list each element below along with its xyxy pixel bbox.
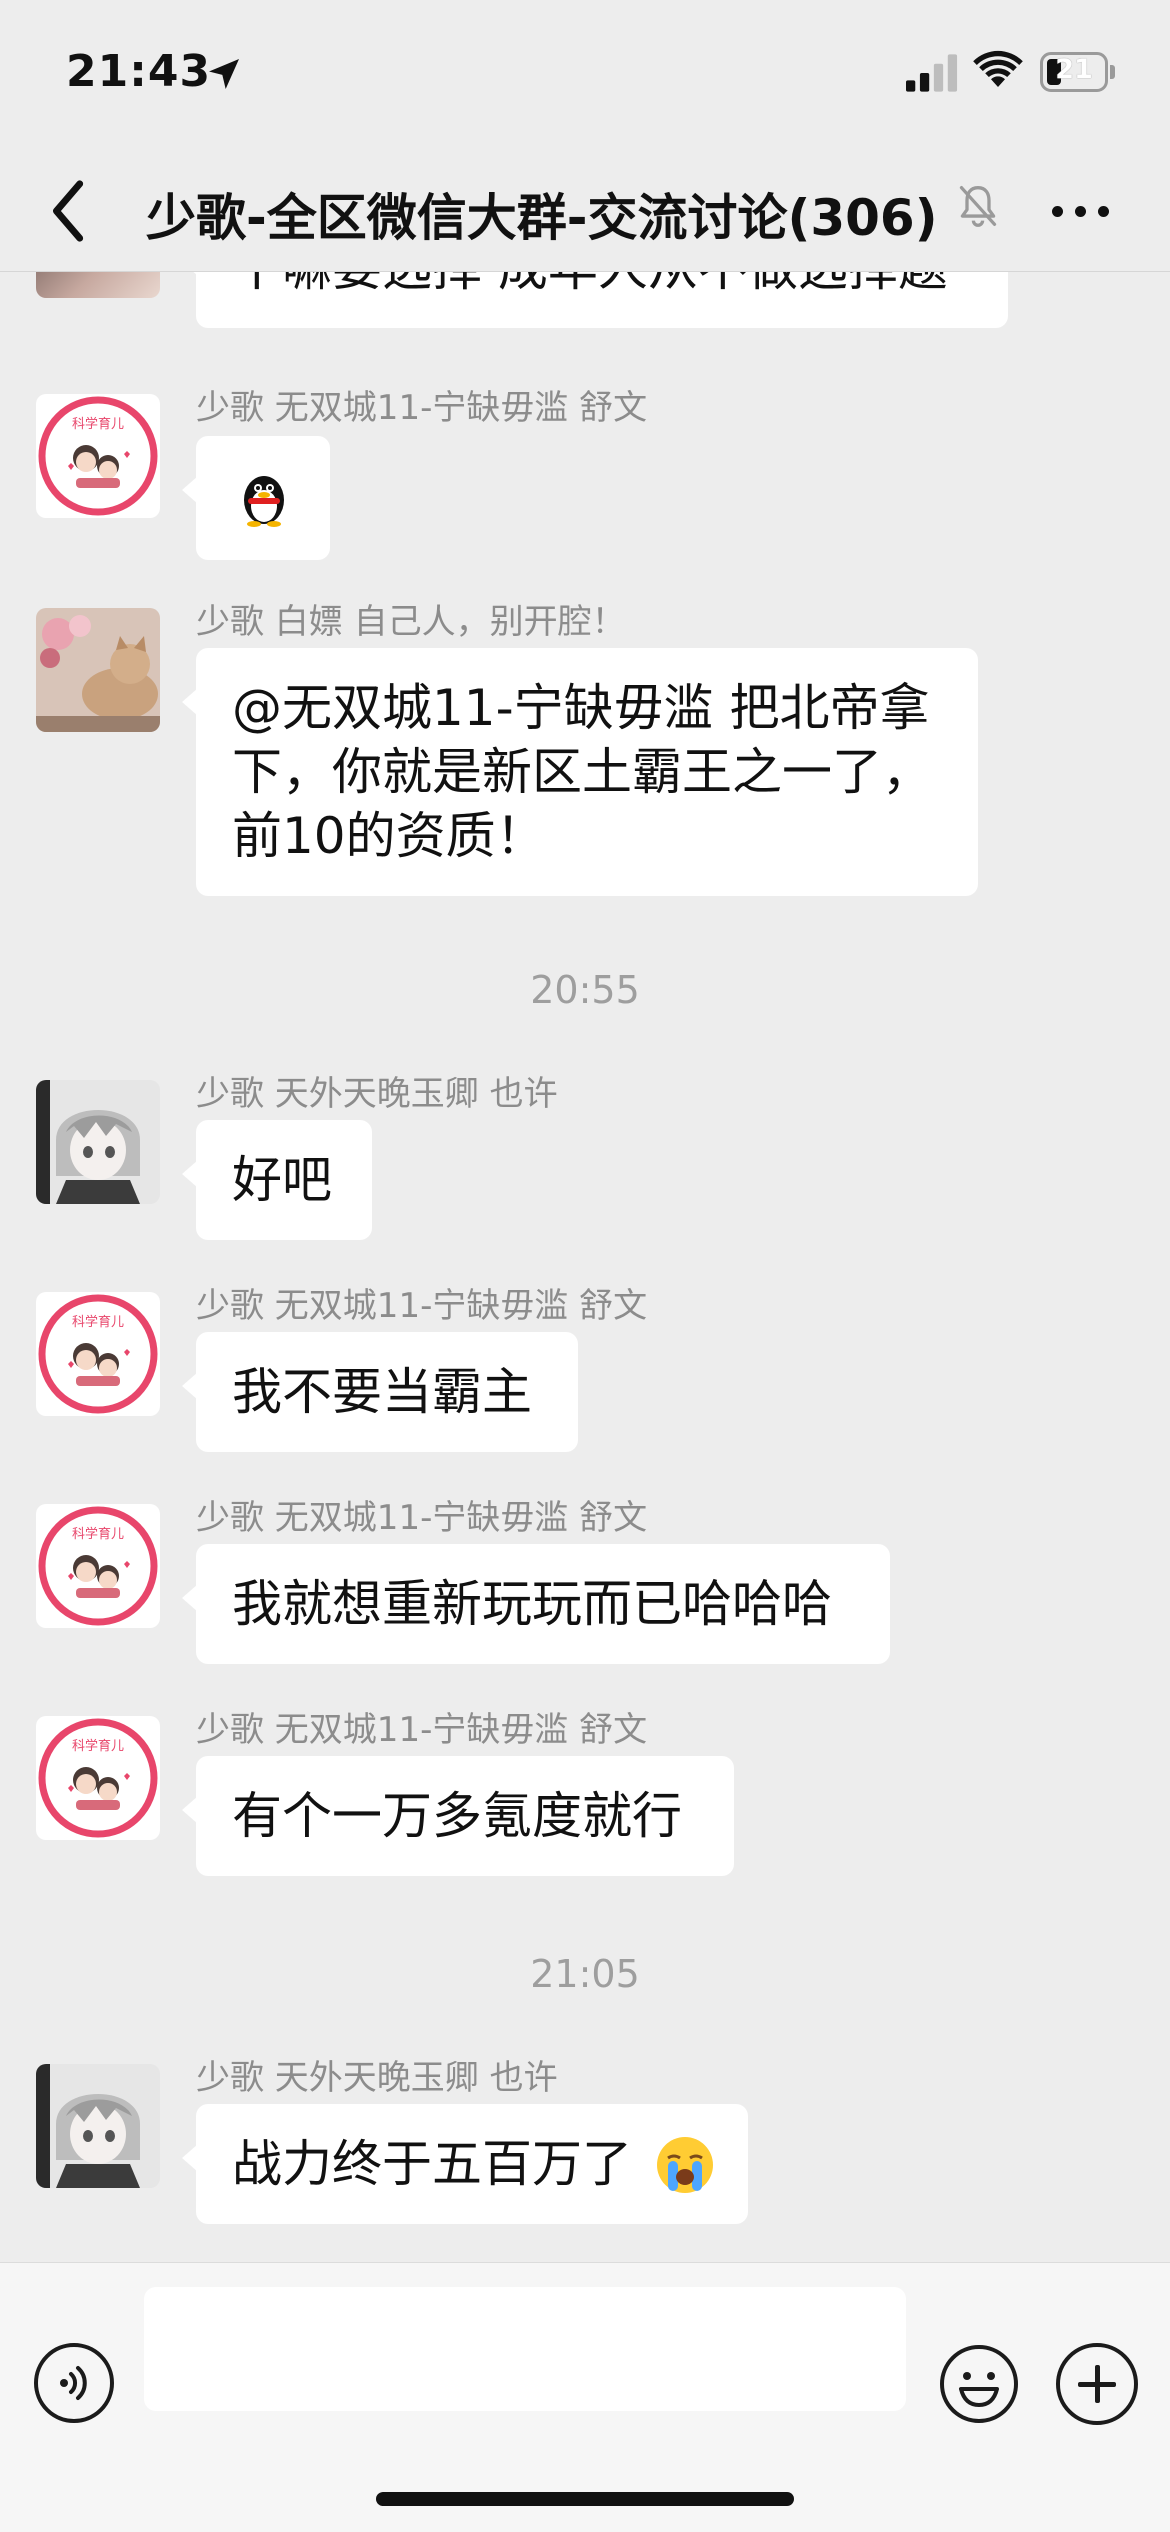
loudly-crying-face-icon [657,2137,713,2193]
location-arrow-icon [209,59,239,89]
message-bubble[interactable]: 好吧 [182,1120,372,1240]
message-text-line: @无双城11-宁缺毋滥 把北帝拿 [232,679,930,737]
message-bubble[interactable]: @无双城11-宁缺毋滥 把北帝拿 下，你就是新区土霸王之一了， 前10的资质！ [182,648,978,896]
sender-name: 少歌 无双城11-宁缺毋滥 舒文 [196,1498,648,1538]
emoji-icon[interactable] [938,2343,1020,2425]
cat-with-flowers-icon [36,608,160,732]
message-text-line: 前10的资质！ [232,807,546,865]
home-indicator[interactable] [376,2492,794,2506]
science-parenting-avatar-icon: 科学育儿 [38,1294,158,1414]
message-bubble[interactable]: 我就想重新玩玩而已哈哈哈 [182,1544,890,1664]
avatar[interactable]: 科学育儿 [36,1292,160,1416]
sender-name: 少歌 无双城11-宁缺毋滥 舒文 [196,1286,648,1326]
sender-name: 少歌 天外天晚玉卿 也许 [196,1074,558,1114]
message-text: 战力终于五百万了 [232,2135,632,2193]
science-parenting-avatar-icon: 科学育儿 [38,1718,158,1838]
svg-text:科学育儿: 科学育儿 [72,416,124,432]
svg-text:科学育儿: 科学育儿 [72,1738,124,1754]
message-text: 干嘛要选择 成年人从不做选择题 [232,272,948,297]
mute-bell-icon [959,186,997,227]
sender-name: 少歌 白嫖 自己人，别开腔！ [196,602,626,642]
science-parenting-avatar-icon: 科学育儿 [38,1506,158,1626]
science-parenting-avatar-icon: 科学育儿 [38,396,158,516]
avatar[interactable] [36,1080,160,1204]
time-separator: 20:55 [530,968,640,1012]
message-input[interactable] [144,2287,906,2411]
status-time: 21:43 [66,46,212,97]
time-separator: 21:05 [530,1952,640,1996]
back-chevron-icon[interactable] [40,176,100,246]
battery-icon: 21 [1040,52,1116,92]
avatar[interactable]: 科学育儿 [36,394,160,518]
message-bubble[interactable]: 干嘛要选择 成年人从不做选择题 [182,272,1008,328]
message-text: 有个一万多氪度就行 [232,1787,682,1845]
qq-penguin-icon [244,476,284,527]
avatar[interactable]: 科学育儿 [36,1716,160,1840]
message-bubble[interactable] [182,436,330,560]
message-text: 好吧 [232,1151,332,1209]
anime-boy-avatar-icon [36,1080,160,1204]
message-bubble[interactable]: 我不要当霸主 [182,1332,578,1452]
message-bubble[interactable]: 战力终于五百万了 [182,2104,748,2224]
chat-title: 少歌-全区微信大群-交流讨论(306) [146,189,938,247]
message-bubble[interactable]: 有个一万多氪度就行 [182,1756,734,1876]
avatar[interactable] [36,608,160,732]
voice-button[interactable] [34,2343,114,2423]
cellular-signal-icon [906,54,958,92]
voice-icon [60,2366,87,2400]
sender-name: 少歌 天外天晚玉卿 也许 [196,2058,558,2098]
chat-header: 少歌-全区微信大群-交流讨论(306) [0,150,1170,272]
more-options-button[interactable] [1046,190,1116,230]
sender-name: 少歌 无双城11-宁缺毋滥 舒文 [196,388,648,428]
input-bar [0,2262,1170,2532]
wifi-icon [973,50,1023,87]
avatar[interactable]: 科学育儿 [36,1504,160,1628]
battery-level: 21 [1055,54,1093,85]
svg-text:科学育儿: 科学育儿 [72,1314,124,1330]
avatar[interactable] [36,272,160,298]
message-list[interactable]: 干嘛要选择 成年人从不做选择题 科学育儿 少歌 无双城11-宁缺毋滥 舒文 [0,272,1170,2262]
sender-name: 少歌 无双城11-宁缺毋滥 舒文 [196,1710,648,1750]
message-text: 我就想重新玩玩而已哈哈哈 [232,1575,832,1633]
anime-boy-avatar-icon [36,2064,160,2188]
message-text-line: 下，你就是新区土霸王之一了， [232,743,932,801]
message-text: 我不要当霸主 [232,1363,532,1421]
avatar[interactable] [36,2064,160,2188]
svg-text:科学育儿: 科学育儿 [72,1526,124,1542]
status-bar: 21:43 21 [0,0,1170,150]
plus-icon[interactable] [1056,2343,1138,2425]
